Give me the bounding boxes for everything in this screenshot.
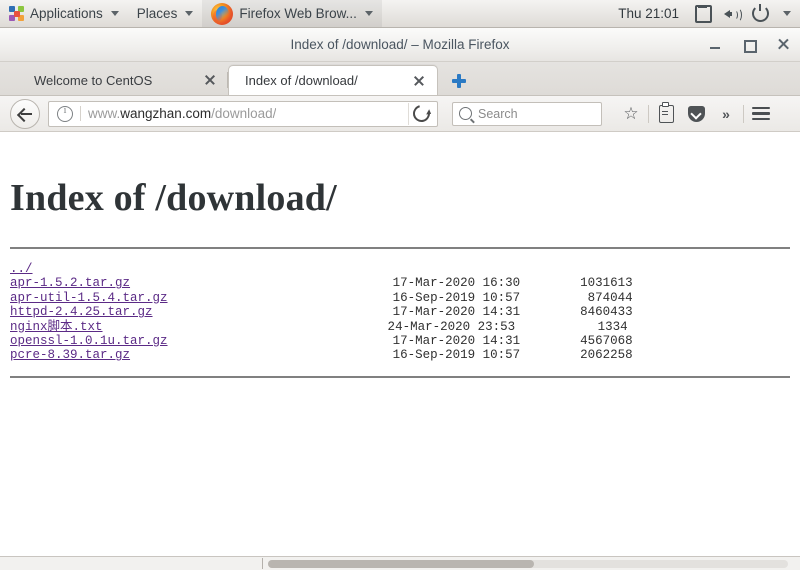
chevron-down-icon[interactable] bbox=[783, 11, 791, 16]
search-input-placeholder[interactable]: Search bbox=[478, 107, 518, 121]
firefox-window: Index of /download/ – Mozilla Firefox We… bbox=[0, 28, 800, 570]
menu-button[interactable] bbox=[746, 100, 776, 128]
window-controls bbox=[707, 28, 792, 61]
back-button[interactable] bbox=[10, 98, 40, 129]
volume-icon[interactable] bbox=[724, 7, 742, 22]
bookmark-button[interactable]: ☆ bbox=[616, 100, 646, 128]
address-bar[interactable]: www.wangzhan.com/download/ bbox=[48, 100, 438, 127]
pocket-button[interactable] bbox=[681, 100, 711, 128]
url-path: /download/ bbox=[211, 106, 277, 121]
star-icon: ☆ bbox=[623, 104, 639, 123]
tab-label: Welcome to CentOS bbox=[34, 72, 153, 88]
window-title: Index of /download/ – Mozilla Firefox bbox=[290, 37, 510, 52]
page-content: Index of /download/ ../ apr-1.5.2.tar.gz… bbox=[0, 161, 800, 570]
file-link[interactable]: pcre-8.39.tar.gz bbox=[10, 348, 130, 362]
chevron-double-right-icon: » bbox=[722, 105, 730, 122]
divider bbox=[743, 104, 744, 123]
applications-menu-label: Applications bbox=[30, 6, 103, 21]
horizontal-scrollbar[interactable] bbox=[268, 560, 788, 568]
chevron-down-icon bbox=[110, 11, 119, 16]
chevron-down-icon bbox=[185, 11, 194, 16]
window-titlebar: Index of /download/ – Mozilla Firefox bbox=[0, 28, 800, 62]
desktop-top-panel: Applications Places Firefox Web Brow... … bbox=[0, 0, 800, 28]
places-menu-label: Places bbox=[136, 6, 178, 21]
url-domain: wangzhan.com bbox=[120, 106, 212, 121]
hamburger-menu-icon bbox=[752, 106, 770, 121]
directory-index: Index of /download/ ../ apr-1.5.2.tar.gz… bbox=[0, 176, 800, 378]
file-meta: 16-Sep-2019 10:57 2062258 bbox=[130, 348, 633, 363]
divider bbox=[80, 106, 81, 121]
divider bbox=[648, 104, 649, 123]
active-application-menu[interactable]: Firefox Web Brow... bbox=[202, 0, 382, 27]
centos-logo-icon bbox=[9, 6, 24, 21]
file-meta: 17-Mar-2020 14:31 4567068 bbox=[167, 334, 633, 349]
minimize-button[interactable] bbox=[707, 36, 724, 53]
scroll-tick bbox=[262, 558, 263, 569]
file-meta: 17-Mar-2020 16:30 1031613 bbox=[130, 276, 633, 291]
maximize-button[interactable] bbox=[741, 36, 758, 53]
system-tray: Thu 21:01 bbox=[614, 0, 800, 27]
back-arrow-icon bbox=[18, 108, 33, 120]
clock[interactable]: Thu 21:01 bbox=[614, 6, 683, 21]
file-link[interactable]: nginx脚本.txt bbox=[10, 320, 103, 334]
divider-top bbox=[10, 247, 790, 249]
bottom-bar bbox=[0, 556, 800, 570]
screen: Applications Places Firefox Web Brow... … bbox=[0, 0, 800, 570]
file-meta: 17-Mar-2020 14:31 8460433 bbox=[152, 305, 633, 320]
reload-icon bbox=[409, 101, 433, 126]
url-prefix: www. bbox=[88, 106, 121, 121]
firefox-icon bbox=[211, 2, 234, 25]
close-button[interactable] bbox=[775, 36, 792, 53]
display-icon[interactable] bbox=[695, 4, 712, 23]
power-icon[interactable] bbox=[752, 4, 769, 22]
new-tab-button[interactable] bbox=[446, 67, 472, 93]
tab-index-of-download[interactable]: Index of /download/ bbox=[228, 65, 438, 95]
file-meta: 24-Mar-2020 23:53 1334 bbox=[102, 319, 628, 334]
scrollbar-thumb[interactable] bbox=[268, 560, 534, 568]
url-text: www.wangzhan.com/download/ bbox=[88, 106, 276, 121]
file-link[interactable]: apr-1.5.2.tar.gz bbox=[10, 276, 130, 290]
tab-label: Index of /download/ bbox=[245, 73, 358, 88]
file-link[interactable]: apr-util-1.5.4.tar.gz bbox=[10, 291, 168, 305]
library-button[interactable] bbox=[651, 100, 681, 128]
page-info-icon[interactable] bbox=[57, 105, 73, 122]
search-bar[interactable]: Search bbox=[452, 101, 602, 126]
page-title: Index of /download/ bbox=[10, 177, 337, 219]
close-icon[interactable] bbox=[413, 75, 425, 87]
close-icon[interactable] bbox=[204, 74, 216, 86]
search-icon bbox=[459, 107, 472, 120]
library-icon bbox=[658, 101, 674, 123]
file-listing: ../ apr-1.5.2.tar.gz 17-Mar-2020 16:30 1… bbox=[10, 262, 790, 363]
file-link[interactable]: ../ bbox=[10, 262, 33, 276]
tab-welcome-to-centos[interactable]: Welcome to CentOS bbox=[18, 65, 228, 95]
navigation-toolbar: www.wangzhan.com/download/ Search ☆ bbox=[0, 96, 800, 132]
file-meta: 16-Sep-2019 10:57 874044 bbox=[167, 290, 633, 305]
tab-strip: Welcome to CentOS Index of /download/ bbox=[0, 62, 800, 96]
panel-left-group: Applications Places Firefox Web Brow... bbox=[0, 0, 382, 27]
toolbar-icon-group: ☆ » bbox=[616, 100, 776, 128]
overflow-button[interactable]: » bbox=[711, 100, 741, 128]
file-link[interactable]: openssl-1.0.1u.tar.gz bbox=[10, 334, 168, 348]
reload-button[interactable] bbox=[408, 101, 433, 126]
applications-menu[interactable]: Applications bbox=[0, 0, 128, 27]
places-menu[interactable]: Places bbox=[128, 0, 203, 27]
divider-bottom bbox=[10, 375, 790, 378]
pocket-icon bbox=[687, 105, 705, 122]
file-link[interactable]: httpd-2.4.25.tar.gz bbox=[10, 305, 153, 319]
chevron-down-icon bbox=[364, 11, 373, 16]
active-application-label: Firefox Web Brow... bbox=[239, 6, 357, 21]
